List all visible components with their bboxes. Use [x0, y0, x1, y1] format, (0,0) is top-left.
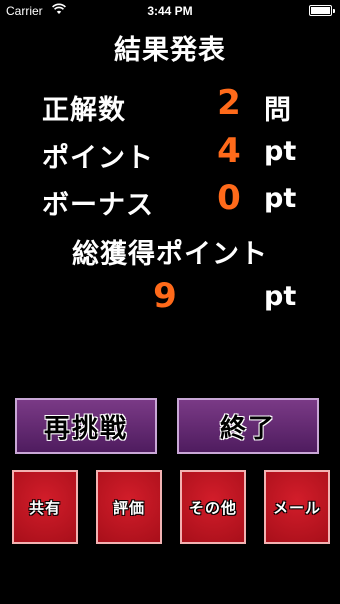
page-title: 結果発表: [114, 35, 226, 66]
bonus-unit: pt: [264, 183, 297, 214]
status-time: 3:44 PM: [147, 4, 193, 18]
bonus-value: 0: [217, 178, 241, 218]
points-label: ポイント: [42, 143, 154, 174]
status-bar: Carrier 3:44 PM: [0, 0, 340, 22]
correct-count-value: 2: [217, 83, 241, 123]
total-points-unit: pt: [264, 281, 297, 312]
total-points-label: 総獲得ポイント: [72, 239, 268, 270]
battery-icon: [309, 5, 335, 16]
rate-button[interactable]: 評価: [96, 470, 162, 544]
bonus-label: ボーナス: [42, 190, 154, 221]
mail-button[interactable]: メール: [264, 470, 330, 544]
points-value: 4: [217, 131, 241, 171]
other-button[interactable]: その他: [180, 470, 246, 544]
correct-count-label: 正解数: [42, 95, 126, 126]
share-button[interactable]: 共有: [12, 470, 78, 544]
total-points-value: 9: [153, 276, 177, 316]
points-unit: pt: [264, 136, 297, 167]
correct-count-unit: 問: [264, 95, 291, 126]
end-button[interactable]: 終了: [177, 398, 319, 454]
retry-button[interactable]: 再挑戦: [15, 398, 157, 454]
